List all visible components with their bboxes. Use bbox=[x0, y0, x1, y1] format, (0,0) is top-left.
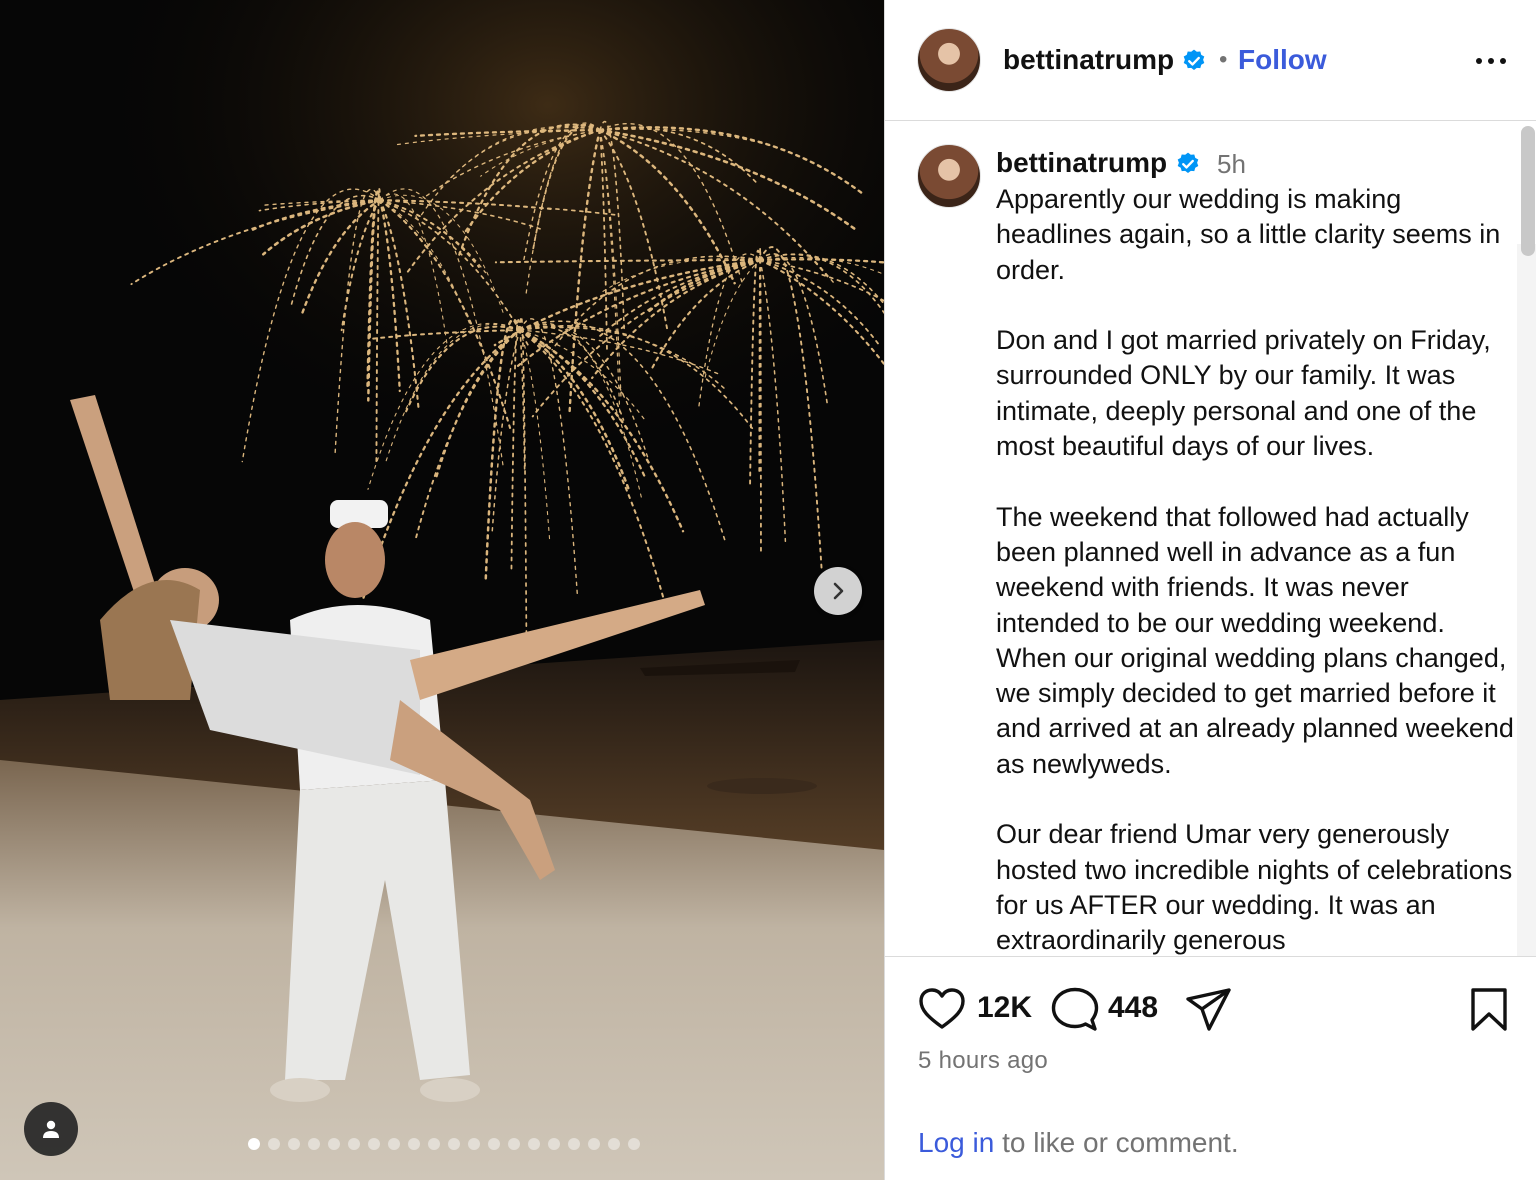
carousel-dot bbox=[528, 1138, 540, 1150]
carousel-dot bbox=[408, 1138, 420, 1150]
carousel-dot bbox=[328, 1138, 340, 1150]
caption-username[interactable]: bettinatrump bbox=[996, 147, 1167, 179]
carousel-dot bbox=[268, 1138, 280, 1150]
carousel-dot bbox=[508, 1138, 520, 1150]
carousel-dot bbox=[388, 1138, 400, 1150]
login-prompt: Log in to like or comment. bbox=[918, 1127, 1239, 1159]
login-link[interactable]: Log in bbox=[918, 1127, 994, 1158]
carousel-dot bbox=[628, 1138, 640, 1150]
caption-text: Apparently our wedding is making headlin… bbox=[996, 184, 1514, 956]
share-icon[interactable] bbox=[1185, 987, 1233, 1033]
user-tags-button[interactable] bbox=[24, 1102, 78, 1156]
post-photo bbox=[0, 0, 884, 1180]
carousel-dot bbox=[488, 1138, 500, 1150]
post-actions: 12K 448 5 hours ago Log in to like or co… bbox=[885, 956, 1536, 1180]
bookmark-icon[interactable] bbox=[1469, 987, 1509, 1033]
carousel-dot bbox=[348, 1138, 360, 1150]
caption-author-avatar[interactable] bbox=[917, 144, 981, 208]
comment-icon[interactable] bbox=[1051, 987, 1099, 1033]
author-avatar[interactable] bbox=[917, 28, 981, 92]
comment-count[interactable]: 448 bbox=[1108, 991, 1158, 1025]
login-prompt-text: to like or comment. bbox=[994, 1127, 1239, 1158]
carousel-dot bbox=[568, 1138, 580, 1150]
like-count[interactable]: 12K bbox=[977, 991, 1032, 1025]
post-time-ago[interactable]: 5 hours ago bbox=[918, 1047, 1048, 1075]
carousel-dot bbox=[368, 1138, 380, 1150]
caption-timestamp[interactable]: 5h bbox=[1217, 149, 1246, 180]
caption-section[interactable]: bettinatrump 5h Apparently our wedding i… bbox=[885, 122, 1536, 956]
carousel-dot bbox=[308, 1138, 320, 1150]
author-username[interactable]: bettinatrump bbox=[1003, 44, 1174, 76]
more-options-icon[interactable] bbox=[1471, 46, 1511, 76]
verified-badge-icon bbox=[1177, 152, 1199, 173]
post-header: bettinatrump • Follow bbox=[885, 0, 1536, 121]
post-media[interactable] bbox=[0, 0, 884, 1180]
carousel-dot bbox=[248, 1138, 260, 1150]
next-slide-button[interactable] bbox=[814, 567, 862, 615]
carousel-dot bbox=[448, 1138, 460, 1150]
scrollbar-track[interactable] bbox=[1517, 244, 1536, 956]
scrollbar-thumb[interactable] bbox=[1521, 126, 1535, 256]
carousel-dot bbox=[428, 1138, 440, 1150]
post-side-panel: bettinatrump • Follow bettinatrump 5h Ap… bbox=[884, 0, 1536, 1180]
carousel-dot bbox=[548, 1138, 560, 1150]
header-separator: • bbox=[1219, 46, 1228, 73]
carousel-dot bbox=[608, 1138, 620, 1150]
carousel-dot bbox=[588, 1138, 600, 1150]
verified-badge-icon bbox=[1183, 49, 1205, 70]
heart-icon[interactable] bbox=[918, 987, 966, 1031]
user-tag-icon bbox=[43, 1120, 59, 1138]
follow-button[interactable]: Follow bbox=[1238, 44, 1327, 76]
chevron-right-icon bbox=[833, 582, 844, 600]
carousel-dot bbox=[468, 1138, 480, 1150]
carousel-indicator bbox=[248, 1137, 640, 1151]
carousel-dot bbox=[288, 1138, 300, 1150]
